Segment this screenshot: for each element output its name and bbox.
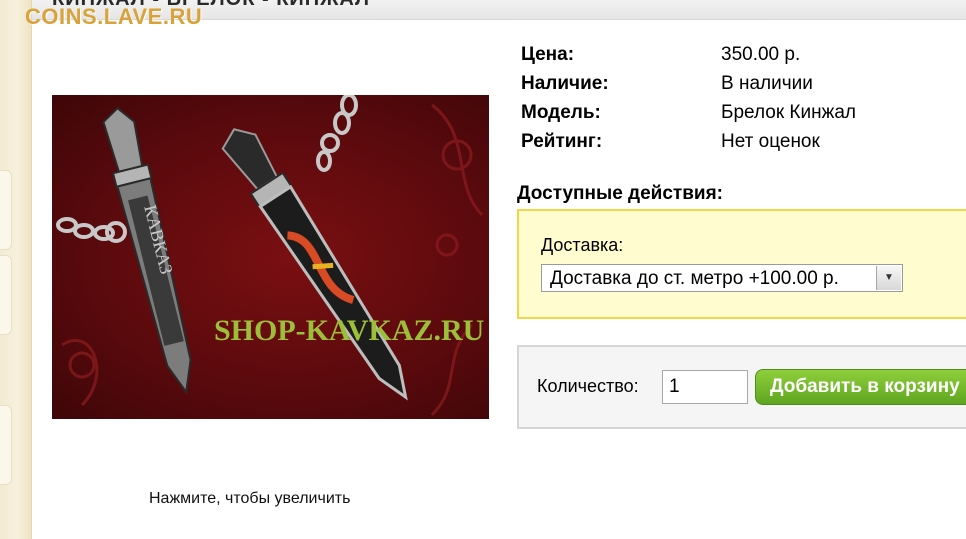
side-tab[interactable] xyxy=(0,405,12,485)
delivery-select[interactable]: Доставка до ст. метро +100.00 р. ▼ xyxy=(541,264,903,292)
side-tab[interactable] xyxy=(0,170,12,250)
model-row: Модель: Брелок Кинжал xyxy=(521,102,941,126)
quantity-label: Количество: xyxy=(537,376,639,396)
side-tab[interactable] xyxy=(0,255,12,335)
rating-label: Рейтинг: xyxy=(521,131,603,152)
stock-label: Наличие: xyxy=(521,73,609,94)
product-image[interactable]: КАВКАЗ SHOP-KAVKAZ.RU xyxy=(52,95,489,419)
delivery-options-box: Доставка: Доставка до ст. метро +100.00 … xyxy=(517,209,966,319)
delivery-label: Доставка: xyxy=(541,235,624,255)
model-label: Модель: xyxy=(521,102,601,123)
site-watermark: COINS.LAVE.RU xyxy=(25,4,203,29)
stock-value: В наличии xyxy=(721,73,813,94)
stock-row: Наличие: В наличии xyxy=(521,73,941,97)
price-value: 350.00 р. xyxy=(721,44,801,65)
available-actions-heading: Доступные действия: xyxy=(517,183,724,204)
rating-value: Нет оценок xyxy=(721,131,820,152)
shop-logo-text: SHOP-KAVKAZ.RU xyxy=(214,314,484,347)
delivery-selected-value: Доставка до ст. метро +100.00 р. xyxy=(550,268,839,289)
left-decorative-strip xyxy=(0,0,32,539)
model-value: Брелок Кинжал xyxy=(721,102,856,123)
price-row: Цена: 350.00 р. xyxy=(521,44,941,68)
add-to-cart-button[interactable]: Добавить в корзину xyxy=(755,369,966,405)
enlarge-image-link[interactable]: Нажмите, чтобы увеличить xyxy=(149,490,350,508)
add-to-cart-box: Количество: 1 Добавить в корзину xyxy=(517,345,966,429)
quantity-input[interactable]: 1 xyxy=(662,370,748,404)
price-label: Цена: xyxy=(521,44,575,65)
rating-row: Рейтинг: Нет оценок xyxy=(521,131,941,155)
dagger-keychain-illustration: КАВКАЗ SHOP-KAVKAZ.RU xyxy=(56,95,484,417)
chevron-down-icon[interactable]: ▼ xyxy=(876,266,901,290)
